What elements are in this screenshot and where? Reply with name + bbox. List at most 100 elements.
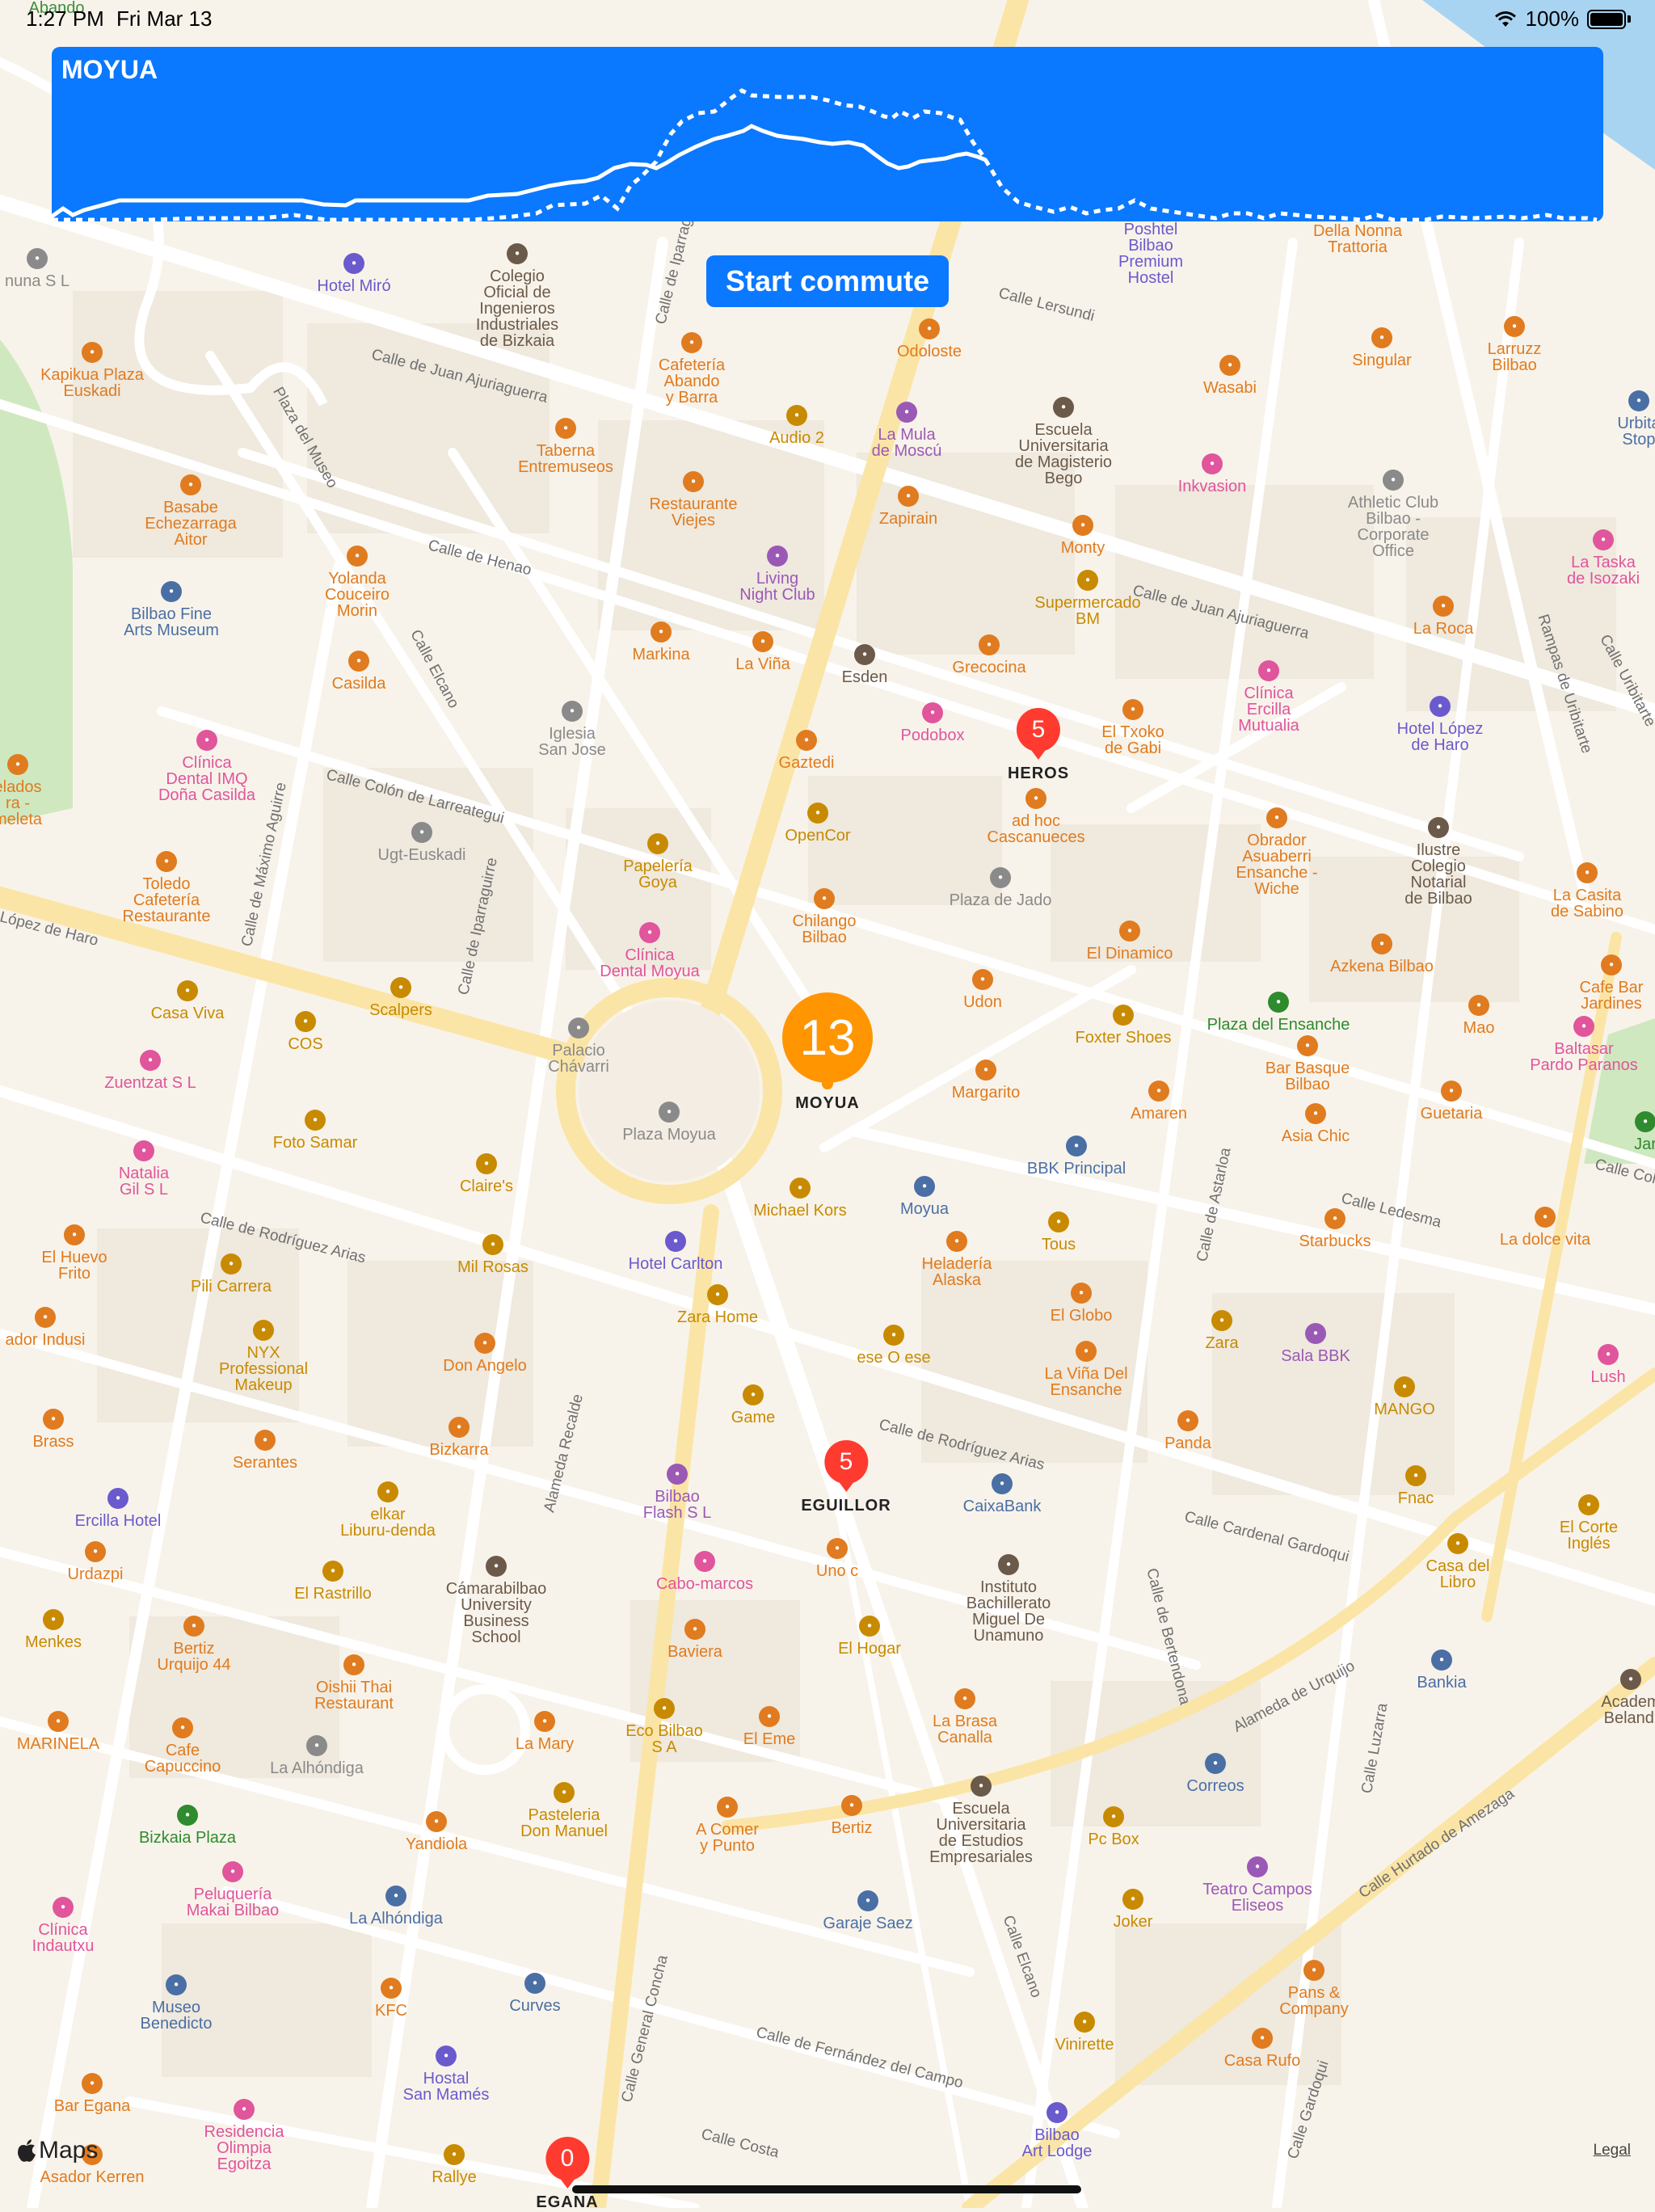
poi-icon[interactable]: • (1048, 1211, 1069, 1232)
poi-icon[interactable]: • (140, 1050, 161, 1071)
station-pin-heros[interactable]: 5 HEROS (1008, 708, 1069, 783)
poi-icon[interactable]: • (1177, 1410, 1198, 1431)
poi-label[interactable]: Sala BBK (1281, 1348, 1350, 1364)
poi-label[interactable]: Obrador Asuaberri Ensanche - Wiche (1236, 832, 1317, 897)
poi-label[interactable]: Pans & Company (1279, 1985, 1349, 2017)
poi-icon[interactable]: • (827, 1538, 848, 1559)
poi-icon[interactable]: • (767, 546, 788, 567)
poi-icon[interactable]: • (222, 1861, 243, 1882)
poi-icon[interactable]: • (255, 1430, 276, 1451)
poi-icon[interactable]: • (183, 1616, 204, 1637)
poi-icon[interactable]: • (975, 1060, 996, 1081)
poi-icon[interactable]: • (859, 1616, 880, 1637)
poi-label[interactable]: Udon (963, 994, 1002, 1010)
poi-icon[interactable]: • (436, 2046, 457, 2067)
poi-label[interactable]: Vinirette (1055, 2037, 1114, 2053)
poi-icon[interactable]: • (234, 2099, 255, 2120)
poi-label[interactable]: Podobox (901, 727, 965, 744)
poi-icon[interactable]: • (1441, 1081, 1462, 1102)
poi-label[interactable]: Azkena Bilbao (1330, 959, 1434, 975)
poi-icon[interactable]: • (647, 833, 668, 854)
poi-label[interactable]: Tous (1042, 1237, 1076, 1253)
poi-icon[interactable]: • (1066, 1135, 1087, 1157)
poi-label[interactable]: Teatro Campos Eliseos (1202, 1881, 1312, 1914)
poi-icon[interactable]: • (1577, 862, 1598, 883)
poi-icon[interactable]: • (347, 546, 368, 567)
poi-icon[interactable]: • (1303, 1960, 1324, 1981)
poi-label[interactable]: Foto Samar (273, 1135, 357, 1151)
poi-icon[interactable]: • (639, 922, 660, 943)
poi-label[interactable]: Brass (32, 1434, 74, 1450)
poi-icon[interactable]: • (524, 1973, 545, 1994)
poi-label[interactable]: Bilbao Flash S L (643, 1489, 711, 1521)
poi-icon[interactable]: • (1247, 1856, 1268, 1877)
poi-label[interactable]: Pc Box (1088, 1831, 1139, 1848)
poi-icon[interactable]: • (482, 1234, 503, 1255)
poi-label[interactable]: Hotel López de Haro (1397, 721, 1484, 753)
poi-icon[interactable]: • (743, 1384, 764, 1405)
poi-label[interactable]: Zapirain (879, 511, 937, 527)
poi-label[interactable]: Bizkaia Plaza (139, 1830, 236, 1846)
poi-label[interactable]: COS (288, 1036, 322, 1052)
poi-icon[interactable]: • (1598, 1344, 1619, 1365)
poi-icon[interactable]: • (1076, 1341, 1097, 1362)
poi-label[interactable]: Yandiola (406, 1836, 467, 1852)
poi-icon[interactable]: • (1211, 1310, 1232, 1331)
poi-label[interactable]: Singular (1352, 352, 1411, 369)
poi-icon[interactable]: • (1053, 397, 1074, 418)
poi-label[interactable]: ad hoc Cascanueces (987, 813, 1084, 845)
poi-icon[interactable]: • (27, 248, 48, 269)
poi-icon[interactable]: • (43, 1609, 64, 1630)
poi-label[interactable]: Michael Kors (753, 1203, 847, 1219)
poi-label[interactable]: Bertiz (831, 1820, 872, 1836)
poi-label[interactable]: El Huevo Frito (41, 1249, 107, 1282)
poi-label[interactable]: Plaza de Jado (950, 892, 1052, 908)
poi-icon[interactable]: • (1428, 817, 1449, 838)
poi-icon[interactable]: • (507, 243, 528, 264)
poi-icon[interactable]: • (1122, 699, 1143, 720)
poi-label[interactable]: Zara Home (677, 1309, 758, 1325)
poi-icon[interactable]: • (1025, 788, 1046, 809)
poi-icon[interactable]: • (1268, 992, 1289, 1013)
poi-label[interactable]: Odoloste (897, 343, 962, 360)
poi-icon[interactable]: • (562, 701, 583, 722)
poi-label[interactable]: Zuentzat S L (104, 1075, 196, 1091)
poi-icon[interactable]: • (992, 1473, 1013, 1494)
poi-icon[interactable]: • (1074, 2012, 1095, 2033)
poi-label[interactable]: Serantes (233, 1455, 297, 1471)
poi-icon[interactable]: • (306, 1735, 327, 1756)
poi-icon[interactable]: • (555, 418, 576, 439)
poi-icon[interactable]: • (1405, 1465, 1426, 1486)
poi-icon[interactable]: • (1573, 1016, 1594, 1037)
poi-label[interactable]: Casa Viva (151, 1005, 225, 1022)
poi-label[interactable]: Hotel Miró (317, 278, 390, 294)
poi-label[interactable]: nuna S L (5, 273, 69, 289)
poi-icon[interactable]: • (1252, 2028, 1273, 2049)
poi-label[interactable]: ese O ese (857, 1350, 930, 1366)
poi-icon[interactable]: • (694, 1551, 715, 1572)
poi-label[interactable]: La Alhóndiga (349, 1911, 443, 1927)
poi-label[interactable]: Restaurante Viejes (650, 496, 738, 529)
poi-icon[interactable]: • (196, 730, 217, 751)
poi-label[interactable]: Audio 2 (769, 430, 824, 446)
poi-label[interactable]: Ercilla Hotel (75, 1513, 162, 1529)
poi-label[interactable]: Esden (842, 669, 888, 685)
poi-icon[interactable]: • (486, 1556, 507, 1577)
poi-icon[interactable]: • (48, 1711, 69, 1732)
poi-icon[interactable]: • (1113, 1005, 1134, 1026)
poi-label[interactable]: La Mary (516, 1736, 574, 1752)
poi-icon[interactable]: • (717, 1797, 738, 1818)
poi-label[interactable]: Instituto Bachillerato Miguel De Unamuno (966, 1579, 1051, 1644)
poi-icon[interactable]: • (854, 644, 875, 665)
poi-icon[interactable]: • (1628, 390, 1649, 411)
poi-icon[interactable]: • (1620, 1669, 1641, 1690)
poi-label[interactable]: Escuela Universitaria de Magisterio Bego (1015, 422, 1112, 487)
poi-icon[interactable]: • (1535, 1207, 1556, 1228)
poi-label[interactable]: Athletic Club Bilbao - Corporate Office (1348, 495, 1438, 559)
poi-icon[interactable]: • (990, 867, 1011, 888)
poi-label[interactable]: El Rastrillo (294, 1586, 372, 1602)
poi-label[interactable]: Uno c (816, 1563, 858, 1579)
poi-label[interactable]: ador Indusi (6, 1332, 86, 1348)
poi-label[interactable]: Academ Belandi (1601, 1694, 1655, 1726)
poi-icon[interactable]: • (1046, 2102, 1068, 2123)
